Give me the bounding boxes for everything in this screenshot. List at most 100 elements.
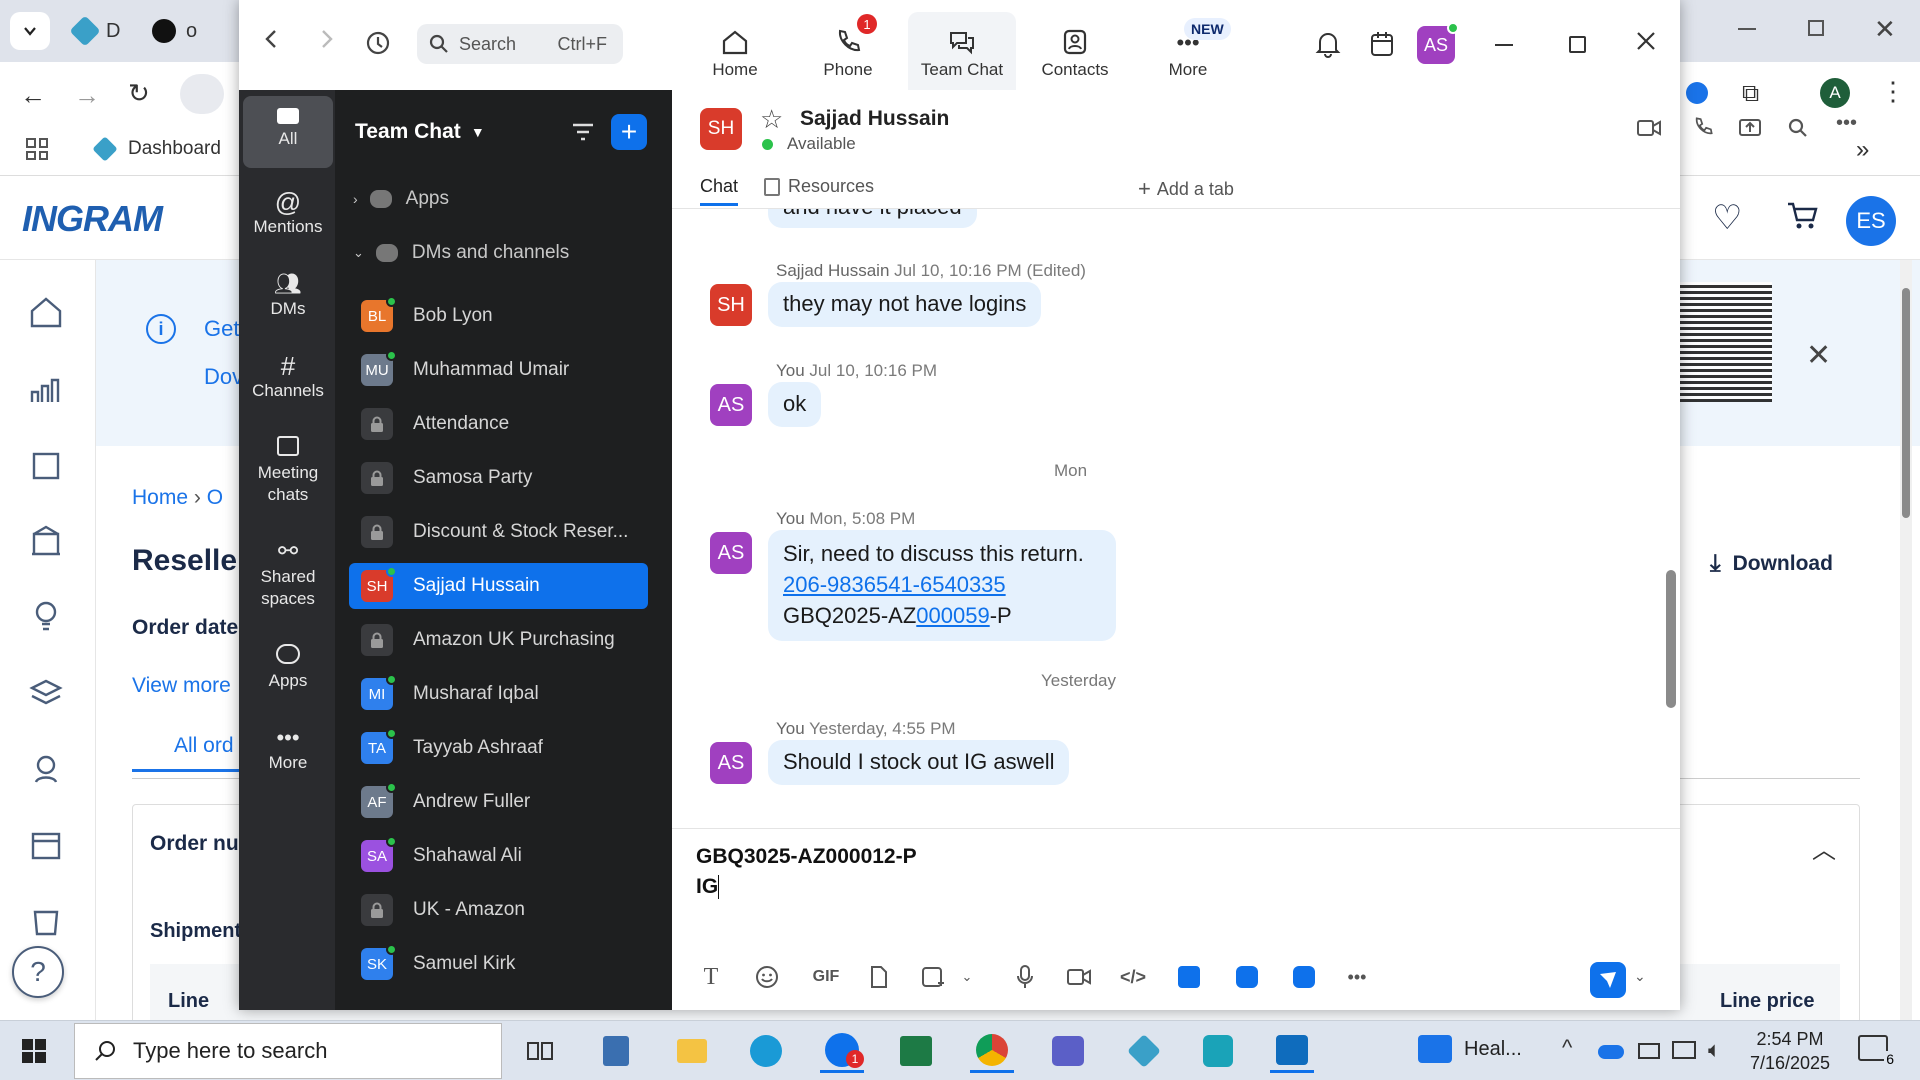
more-bookmarks-icon[interactable]: » bbox=[1856, 136, 1869, 164]
cart-icon[interactable] bbox=[1786, 200, 1820, 230]
tab-team-chat[interactable]: Team Chat bbox=[908, 12, 1016, 90]
dm-item[interactable]: AF Andrew Fuller bbox=[349, 779, 648, 825]
page-scrollbar-thumb[interactable] bbox=[1902, 288, 1910, 518]
minimize-icon[interactable] bbox=[1738, 28, 1756, 30]
notification-center[interactable]: 6 bbox=[1858, 1035, 1896, 1067]
message-bubble[interactable]: Should I stock out IG aswell bbox=[768, 740, 1070, 785]
help-icon[interactable]: ? bbox=[12, 946, 64, 998]
browser-tab[interactable]: D bbox=[62, 8, 132, 54]
gif-icon[interactable]: GIF bbox=[806, 962, 846, 992]
phone-link[interactable]: 206-9836541-6540335 bbox=[783, 569, 1101, 600]
tab-more[interactable]: ••• More NEW bbox=[1134, 12, 1242, 90]
favorites-icon[interactable]: ♡ bbox=[1712, 198, 1742, 238]
tab-contacts[interactable]: Contacts bbox=[1021, 12, 1129, 90]
dm-item[interactable]: TA Tayyab Ashraaf bbox=[349, 725, 648, 771]
app-doc-icon[interactable] bbox=[1174, 962, 1204, 992]
send-options-icon[interactable]: ⌄ bbox=[1634, 968, 1646, 985]
bookmark-dashboard[interactable]: Dashboard bbox=[92, 136, 221, 162]
search-icon[interactable] bbox=[1788, 118, 1808, 138]
app-notes-icon[interactable] bbox=[1289, 962, 1319, 992]
apps-grid-icon[interactable] bbox=[26, 138, 48, 160]
video-message-icon[interactable] bbox=[1064, 962, 1094, 992]
dm-item[interactable]: SK Samuel Kirk bbox=[349, 941, 648, 987]
task-view-icon[interactable] bbox=[518, 1029, 562, 1073]
clock[interactable]: 2:54 PM 7/16/2025 bbox=[1740, 1027, 1840, 1075]
edge-icon[interactable] bbox=[744, 1029, 788, 1073]
rail-all[interactable]: All bbox=[243, 96, 333, 168]
tab-home[interactable]: Home bbox=[681, 12, 789, 90]
app-whiteboard-icon[interactable] bbox=[1232, 962, 1262, 992]
filter-icon[interactable] bbox=[571, 122, 595, 142]
dm-item[interactable]: MU Muhammad Umair bbox=[349, 347, 648, 393]
sway-icon[interactable] bbox=[1196, 1029, 1240, 1073]
bag-icon[interactable] bbox=[28, 902, 68, 942]
extension-icon[interactable] bbox=[1686, 82, 1708, 104]
contact-name[interactable]: Sajjad Hussain bbox=[800, 107, 949, 131]
rail-meeting-chats[interactable]: Meeting chats bbox=[243, 434, 333, 506]
code-snippet-icon[interactable]: </> bbox=[1118, 962, 1148, 992]
channel-item[interactable]: Discount & Stock Reser... bbox=[349, 509, 648, 555]
tab-phone[interactable]: Phone 1 bbox=[794, 12, 902, 90]
support-icon[interactable] bbox=[28, 750, 68, 790]
channel-item[interactable]: Amazon UK Purchasing bbox=[349, 617, 648, 663]
home-icon[interactable] bbox=[28, 294, 68, 334]
share-screen-icon[interactable] bbox=[1738, 118, 1762, 138]
restore-icon[interactable] bbox=[1808, 20, 1824, 36]
back-icon[interactable]: ← bbox=[20, 80, 46, 111]
message-bubble[interactable]: Sir, need to discuss this return. 206-98… bbox=[768, 530, 1116, 641]
close-banner-icon[interactable]: ✕ bbox=[1806, 338, 1831, 373]
volume-icon[interactable]: 🔈︎ bbox=[1708, 1037, 1721, 1063]
tab-add[interactable]: + Add a tab bbox=[1138, 176, 1234, 202]
zoom-taskbar-icon[interactable]: 1 bbox=[820, 1029, 864, 1073]
channel-item[interactable]: UK - Amazon bbox=[349, 887, 648, 933]
section-apps[interactable]: › Apps bbox=[353, 188, 449, 210]
close-icon[interactable] bbox=[1635, 30, 1657, 52]
rail-dms[interactable]: 👥︎ DMs bbox=[243, 270, 333, 320]
taskbar-search[interactable]: Type here to search bbox=[74, 1023, 502, 1079]
section-dms[interactable]: ⌄ DMs and channels bbox=[353, 242, 569, 264]
browser-tab[interactable]: o bbox=[140, 8, 210, 54]
message-bubble[interactable]: and have it placed bbox=[768, 209, 977, 228]
new-chat-button[interactable]: + bbox=[611, 114, 647, 150]
file-icon[interactable] bbox=[864, 962, 894, 992]
calculator-icon[interactable] bbox=[594, 1029, 638, 1073]
thread-scrollbar-thumb[interactable] bbox=[1666, 570, 1676, 708]
calendar-icon[interactable] bbox=[28, 826, 68, 866]
banner-link[interactable]: Dov bbox=[204, 364, 243, 390]
number-link[interactable]: 000059 bbox=[916, 603, 989, 628]
box-icon[interactable] bbox=[28, 446, 68, 486]
battery-icon[interactable] bbox=[1638, 1043, 1660, 1059]
start-button[interactable] bbox=[22, 1039, 46, 1063]
format-text-icon[interactable]: T bbox=[696, 962, 726, 992]
call-icon[interactable] bbox=[1692, 116, 1714, 138]
forward-icon[interactable] bbox=[319, 28, 335, 50]
building-icon[interactable] bbox=[28, 522, 68, 562]
user-avatar[interactable]: AS bbox=[1417, 22, 1459, 64]
message-bubble[interactable]: they may not have logins bbox=[768, 282, 1042, 327]
rail-apps[interactable]: Apps bbox=[243, 642, 333, 692]
onedrive-icon[interactable] bbox=[1598, 1045, 1624, 1059]
forward-icon[interactable]: → bbox=[74, 80, 100, 111]
download-button[interactable]: ⤓ Download bbox=[1710, 550, 1833, 578]
tab-search-button[interactable] bbox=[10, 12, 50, 50]
more-options-icon[interactable]: ••• bbox=[1836, 112, 1857, 135]
lightbulb-icon[interactable] bbox=[28, 598, 68, 638]
sender-avatar[interactable]: AS bbox=[710, 532, 752, 574]
chrome-icon[interactable] bbox=[970, 1029, 1014, 1073]
site-logo[interactable]: INGRAM bbox=[22, 198, 163, 240]
all-orders-tab[interactable]: All ord bbox=[132, 726, 252, 772]
menu-icon[interactable]: ⋮ bbox=[1880, 76, 1906, 107]
rail-shared-spaces[interactable]: ⚯ Shared spaces bbox=[243, 538, 333, 610]
channel-item[interactable]: Samosa Party bbox=[349, 455, 648, 501]
collapse-icon[interactable]: ︿ bbox=[1812, 830, 1836, 865]
dm-item[interactable]: SA Shahawal Ali bbox=[349, 833, 648, 879]
file-explorer-icon[interactable] bbox=[670, 1029, 714, 1073]
tab-chat[interactable]: Chat bbox=[700, 176, 739, 206]
compose-input[interactable]: GBQ3025-AZ000012-P IG bbox=[696, 842, 1656, 962]
search-input[interactable]: Search Ctrl+F bbox=[417, 24, 623, 64]
weather-widget[interactable]: Heal... bbox=[1418, 1035, 1522, 1063]
dm-item[interactable]: MI Musharaf Iqbal bbox=[349, 671, 648, 717]
message-bubble[interactable]: ok bbox=[768, 382, 822, 427]
minimize-icon[interactable] bbox=[1495, 44, 1513, 46]
bell-icon[interactable] bbox=[1315, 30, 1341, 58]
